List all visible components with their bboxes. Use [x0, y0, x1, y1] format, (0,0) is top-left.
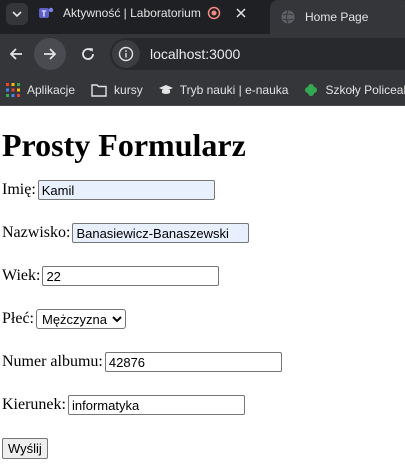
bookmark-label: Szkoły Policeal: [325, 82, 405, 97]
first-name-field[interactable]: [37, 180, 215, 200]
tab-title: Aktywność | Laboratorium: [63, 6, 201, 20]
bookmark-kursy[interactable]: kursy: [91, 83, 143, 97]
bookmarks-bar: Aplikacje kursy Tryb nauki | e-nauka Szk…: [0, 74, 405, 106]
age-label: Wiek:: [2, 267, 41, 284]
gender-select[interactable]: Mężczyzna: [36, 309, 126, 329]
bookmark-szkoly[interactable]: Szkoły Policeal: [304, 83, 405, 97]
teams-icon: T: [39, 7, 54, 19]
bookmark-label: Aplikacje: [27, 82, 76, 97]
album-row: Numer albumu:: [2, 352, 403, 372]
page-content: Prosty Formularz Imię: Nazwisko: Wiek: P…: [0, 127, 405, 459]
tab-search-button[interactable]: [6, 3, 28, 25]
album-label: Numer albumu:: [2, 353, 103, 370]
bookmark-label: Tryb nauki | e-nauka: [179, 82, 289, 97]
page-title: Prosty Formularz: [2, 127, 246, 163]
tab-aktywnosc[interactable]: T Aktywność | Laboratorium: [38, 0, 266, 26]
gender-row: Płeć: Mężczyzna: [2, 309, 403, 329]
clover-icon: [305, 83, 318, 96]
folder-icon: [91, 83, 107, 97]
tab-strip: T Aktywność | Laboratorium Home Page: [0, 0, 405, 34]
tab-home-page[interactable]: Home Page: [270, 0, 405, 34]
reload-button[interactable]: [72, 38, 104, 70]
graduation-cap-icon: [158, 84, 173, 94]
last-name-label: Nazwisko:: [2, 224, 71, 241]
age-row: Wiek:: [2, 266, 403, 286]
site-info-button[interactable]: [112, 40, 140, 68]
svg-text:T: T: [42, 10, 47, 19]
url-text: localhost:3000: [150, 46, 241, 62]
recording-icon: [207, 6, 221, 20]
arrow-left-icon: [9, 48, 22, 60]
browser-toolbar: localhost:3000: [0, 34, 405, 74]
album-number-field[interactable]: [104, 352, 282, 372]
reload-icon: [82, 48, 94, 60]
tab-title: Home Page: [305, 10, 369, 24]
simple-form: Imię: Nazwisko: Wiek: Płeć: Mężczyzna Nu…: [2, 180, 403, 459]
first-name-row: Imię:: [2, 180, 403, 200]
major-row: Kierunek:: [2, 395, 403, 415]
close-tab-icon[interactable]: [235, 7, 247, 19]
info-icon: [118, 46, 134, 62]
submit-row: Wyślij: [2, 437, 403, 459]
bookmark-label: kursy: [114, 82, 143, 97]
globe-icon: [281, 10, 295, 24]
major-field[interactable]: [67, 395, 245, 415]
last-name-row: Nazwisko:: [2, 223, 403, 243]
submit-button[interactable]: Wyślij: [2, 437, 48, 459]
forward-button[interactable]: [34, 38, 66, 70]
first-name-label: Imię:: [2, 181, 36, 198]
chevron-down-icon: [12, 11, 22, 18]
bookmark-tryb-nauki[interactable]: Tryb nauki | e-nauka: [158, 82, 289, 97]
back-button[interactable]: [0, 38, 32, 70]
apps-grid-icon: [6, 82, 20, 97]
bookmark-aplikacje[interactable]: Aplikacje: [6, 82, 76, 97]
age-field[interactable]: [42, 266, 220, 286]
arrow-right-icon: [44, 48, 57, 60]
gender-label: Płeć:: [2, 310, 34, 327]
last-name-field[interactable]: [72, 223, 250, 243]
address-bar[interactable]: localhost:3000: [110, 38, 405, 70]
major-label: Kierunek:: [2, 396, 66, 413]
